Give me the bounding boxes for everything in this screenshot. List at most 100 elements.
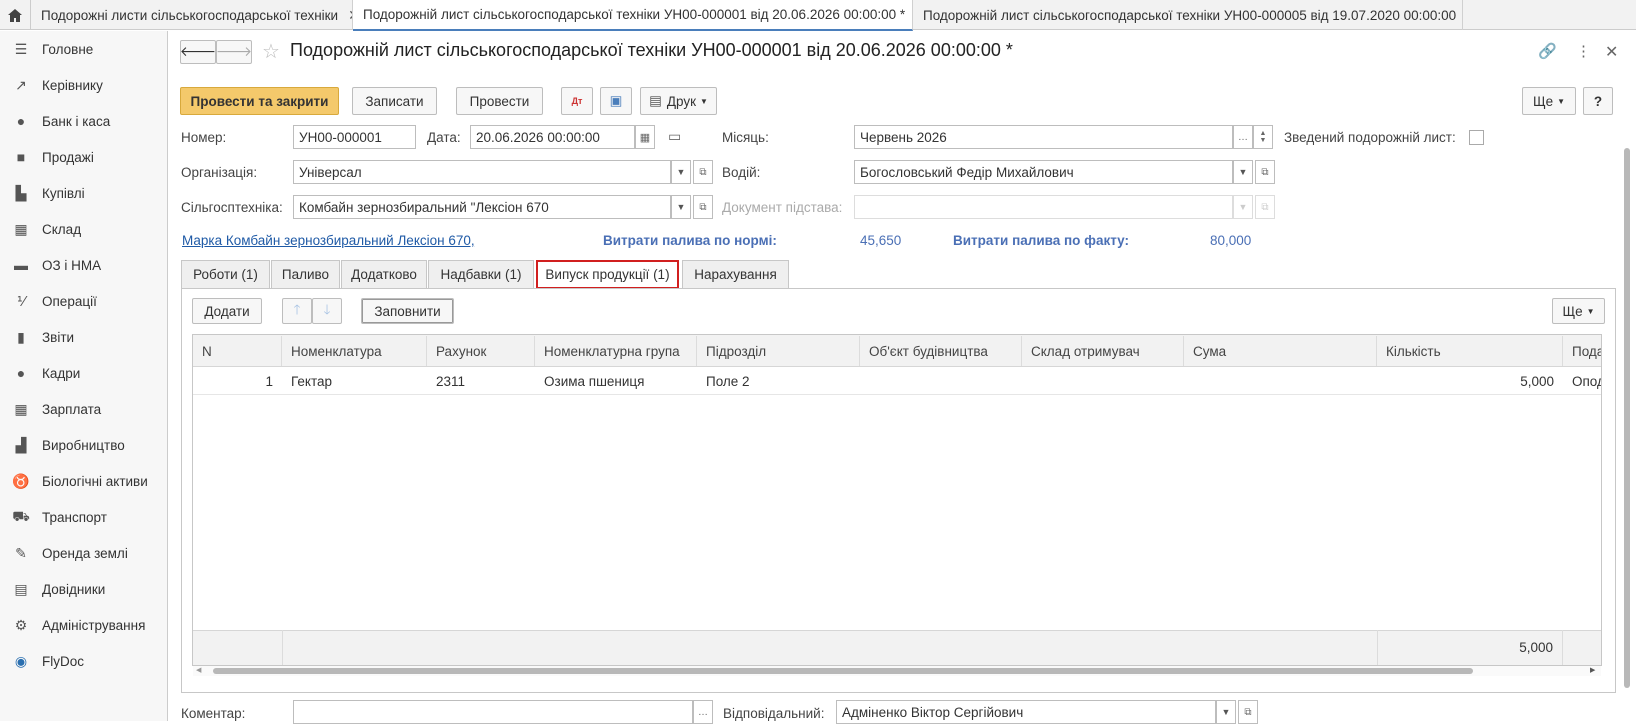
tab-additional[interactable]: Додатково xyxy=(341,260,427,288)
close-window-icon[interactable]: ✕ xyxy=(1605,42,1618,62)
sidebar-item-sales[interactable]: ■ Продажі xyxy=(0,139,168,175)
calculator-icon: ▦ xyxy=(14,400,28,417)
month-field[interactable]: Червень 2026 xyxy=(854,125,1233,149)
link-icon[interactable]: 🔗 xyxy=(1538,42,1557,60)
tab-current-document[interactable]: Подорожній лист сільськогосподарської те… xyxy=(353,0,913,31)
horizontal-scrollbar[interactable]: ◀ ▶ xyxy=(193,666,1601,676)
responsible-open-button[interactable]: ⧉ xyxy=(1238,700,1258,724)
fill-button[interactable]: Заповнити xyxy=(361,298,454,324)
basis-open-button[interactable]: ⧉ xyxy=(1255,195,1275,219)
tab-product-output[interactable]: Випуск продукції (1) xyxy=(536,260,679,289)
machine-dropdown-button[interactable]: ▼ xyxy=(671,195,691,219)
column-header[interactable]: Підрозділ xyxy=(697,336,860,366)
more-vert-icon[interactable]: ⋮ xyxy=(1576,42,1591,60)
sidebar-item-warehouse[interactable]: ▦ Склад xyxy=(0,211,168,247)
open-icon: ⧉ xyxy=(1244,706,1252,718)
chevron-down-icon: ▼ xyxy=(676,202,686,212)
sidebar-item-flydoc[interactable]: ◉ FlyDoc xyxy=(0,643,168,679)
sidebar-item-admin[interactable]: ⚙ Адміністрування xyxy=(0,607,168,643)
dt-kt-button[interactable]: Дт xyxy=(561,87,593,115)
more-button[interactable]: Ще ▼ xyxy=(1522,87,1576,115)
column-header[interactable]: Рахунок xyxy=(427,336,535,366)
comment-expand-button[interactable]: … xyxy=(693,700,713,724)
summary-checkbox[interactable] xyxy=(1469,130,1484,145)
basis-dropdown-button[interactable]: ▼ xyxy=(1233,195,1253,219)
sidebar-item-hr[interactable]: ● Кадри xyxy=(0,355,168,391)
sidebar-item-label: FlyDoc xyxy=(42,653,85,669)
sidebar-item-transport[interactable]: ⛟ Транспорт xyxy=(0,499,168,535)
tab-allowances[interactable]: Надбавки (1) xyxy=(428,260,534,288)
scroll-right-icon[interactable]: ▶ xyxy=(1590,666,1595,674)
column-header[interactable]: Сума xyxy=(1184,336,1377,366)
home-button[interactable] xyxy=(0,0,31,30)
sidebar-item-production[interactable]: ▟ Виробництво xyxy=(0,427,168,463)
sidebar-item-fixed-assets[interactable]: ▬ ОЗ і НМА xyxy=(0,247,168,283)
sidebar-item-land-lease[interactable]: ✎ Оренда землі xyxy=(0,535,168,571)
column-header[interactable]: Об'єкт будівництва xyxy=(860,336,1022,366)
org-field[interactable]: Універсал xyxy=(293,160,671,184)
driver-field[interactable]: Богословський Федір Михайлович xyxy=(854,160,1233,184)
structure-button[interactable]: ▣ xyxy=(600,87,632,115)
comment-field[interactable] xyxy=(293,700,693,724)
favorite-star-icon[interactable]: ☆ xyxy=(262,39,280,64)
post-and-close-button[interactable]: Провести та закрити xyxy=(180,87,339,115)
move-up-button[interactable]: 🡑 xyxy=(282,298,312,324)
column-header[interactable]: Пода xyxy=(1563,336,1601,366)
brand-link[interactable]: Марка Комбайн зернозбиральний Лексіон 67… xyxy=(182,233,475,248)
responsible-dropdown-button[interactable]: ▼ xyxy=(1216,700,1236,724)
post-button[interactable]: Провести xyxy=(456,87,543,115)
number-field[interactable]: УН00-000001 xyxy=(293,125,416,149)
sidebar-item-bio-assets[interactable]: ♉ Біологічні активи xyxy=(0,463,168,499)
column-header[interactable]: Номенклатура xyxy=(282,336,427,366)
printer-icon: ▤ xyxy=(649,93,662,108)
responsible-field[interactable]: Адміненко Віктор Сергійович xyxy=(836,700,1216,724)
tab-fuel[interactable]: Паливо xyxy=(271,260,340,288)
tab-works[interactable]: Роботи (1) xyxy=(181,260,270,288)
scrollbar-thumb[interactable] xyxy=(1624,148,1630,688)
tab-accruals[interactable]: Нарахування xyxy=(682,260,789,288)
calendar-view-icon[interactable]: ▭ xyxy=(668,128,681,145)
column-header[interactable]: Склад отримувач xyxy=(1022,336,1184,366)
add-row-button[interactable]: Додати xyxy=(192,298,262,324)
column-header[interactable]: Кількість xyxy=(1377,336,1563,366)
sidebar-item-main[interactable]: ☰ Головне xyxy=(0,31,168,67)
driver-dropdown-button[interactable]: ▼ xyxy=(1233,160,1253,184)
footer-divider xyxy=(282,630,283,665)
basis-field[interactable] xyxy=(854,195,1233,219)
sidebar-item-manager[interactable]: ↗ Керівнику xyxy=(0,67,168,103)
driver-label: Водій: xyxy=(722,165,761,180)
scrollbar-thumb[interactable] xyxy=(213,668,1473,674)
save-button[interactable]: Записати xyxy=(352,87,437,115)
vertical-scrollbar[interactable] xyxy=(1622,132,1632,707)
warehouse-icon: ▦ xyxy=(14,220,28,237)
org-dropdown-button[interactable]: ▼ xyxy=(671,160,691,184)
sidebar-item-operations[interactable]: ⅟ Операції xyxy=(0,283,168,319)
sidebar-item-catalogs[interactable]: ▤ Довідники xyxy=(0,571,168,607)
sidebar-item-purchases[interactable]: ▙ Купівлі xyxy=(0,175,168,211)
back-button[interactable]: 🡐 xyxy=(180,40,216,64)
tab-journal[interactable]: Подорожні листи сільськогосподарської те… xyxy=(31,0,353,30)
date-field[interactable]: 20.06.2026 00:00:00 xyxy=(470,125,635,149)
machine-open-button[interactable]: ⧉ xyxy=(693,195,713,219)
table-more-button[interactable]: Ще ▼ xyxy=(1552,298,1605,324)
org-open-button[interactable]: ⧉ xyxy=(693,160,713,184)
sidebar-item-label: Довідники xyxy=(42,581,106,597)
month-stepper[interactable]: ▲ ▼ xyxy=(1253,125,1273,149)
column-header[interactable]: Номенклатурна група xyxy=(535,336,697,366)
move-down-button[interactable]: 🡓 xyxy=(312,298,342,324)
chevron-down-icon: ▼ xyxy=(1238,202,1248,212)
print-button[interactable]: ▤ Друк ▼ xyxy=(640,87,717,115)
calendar-button[interactable]: ▦ xyxy=(635,125,655,149)
sidebar-item-reports[interactable]: ▮ Звіти xyxy=(0,319,168,355)
tab-document-2[interactable]: Подорожній лист сільськогосподарської те… xyxy=(913,0,1463,30)
forward-button[interactable]: 🡒 xyxy=(216,40,252,64)
cell-warehouse xyxy=(1022,367,1184,395)
sidebar-item-bank[interactable]: ● Банк і каса xyxy=(0,103,168,139)
help-button[interactable]: ? xyxy=(1583,87,1613,115)
column-header[interactable]: N xyxy=(193,336,282,366)
scroll-left-icon[interactable]: ◀ xyxy=(196,666,201,674)
machine-field[interactable]: Комбайн зернозбиральний "Лексіон 670 xyxy=(293,195,671,219)
driver-open-button[interactable]: ⧉ xyxy=(1255,160,1275,184)
month-select-button[interactable]: … xyxy=(1233,125,1253,149)
sidebar-item-salary[interactable]: ▦ Зарплата xyxy=(0,391,168,427)
